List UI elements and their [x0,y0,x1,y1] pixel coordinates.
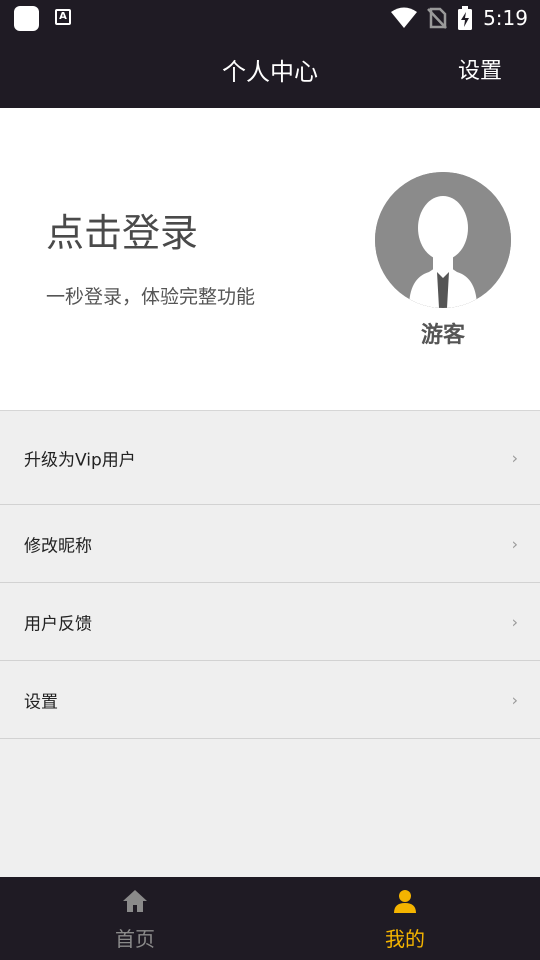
default-avatar-icon[interactable] [375,172,511,308]
home-icon [123,890,147,912]
tab-label: 我的 [385,927,425,951]
menu-item-label: 设置 [24,692,58,712]
settings-button[interactable]: 设置 [458,36,502,108]
menu-item-label: 升级为Vip用户 [24,450,136,470]
chevron-right-icon: › [511,534,518,553]
menu-item-upgrade-vip[interactable]: 升级为Vip用户 › [0,411,540,505]
chevron-right-icon: › [511,448,518,467]
login-button[interactable]: 点击登录 [46,202,198,257]
bottom-tab-bar: 首页 我的 [0,877,540,960]
tab-mine[interactable]: 我的 [270,877,540,960]
menu-item-edit-nickname[interactable]: 修改昵称 › [0,505,540,583]
guest-name: 游客 [420,323,465,348]
menu-item-label: 用户反馈 [24,614,92,634]
wifi-icon [391,7,418,28]
status-time: 5:19 [483,6,528,30]
login-subtitle: 一秒登录，体验完整功能 [46,286,256,308]
user-icon [394,890,416,913]
app-icon [14,6,39,31]
menu-item-feedback[interactable]: 用户反馈 › [0,583,540,661]
settings-menu: 升级为Vip用户 › 修改昵称 › 用户反馈 › 设置 › [0,411,540,739]
menu-item-label: 修改昵称 [24,536,92,556]
profile-card[interactable]: 点击登录 一秒登录，体验完整功能 游客 [0,108,540,411]
menu-item-settings[interactable]: 设置 › [0,661,540,739]
tab-label: 首页 [115,927,155,951]
status-icons: 5:19 [391,5,528,31]
no-sim-icon [427,7,447,29]
chevron-right-icon: › [511,612,518,631]
status-bar: A 5:19 [0,0,540,36]
battery-charging-icon [458,6,473,30]
tab-home[interactable]: 首页 [0,877,270,960]
chevron-right-icon: › [511,690,518,709]
app-header: 个人中心 设置 [0,36,540,108]
font-a-icon: A [55,9,71,25]
